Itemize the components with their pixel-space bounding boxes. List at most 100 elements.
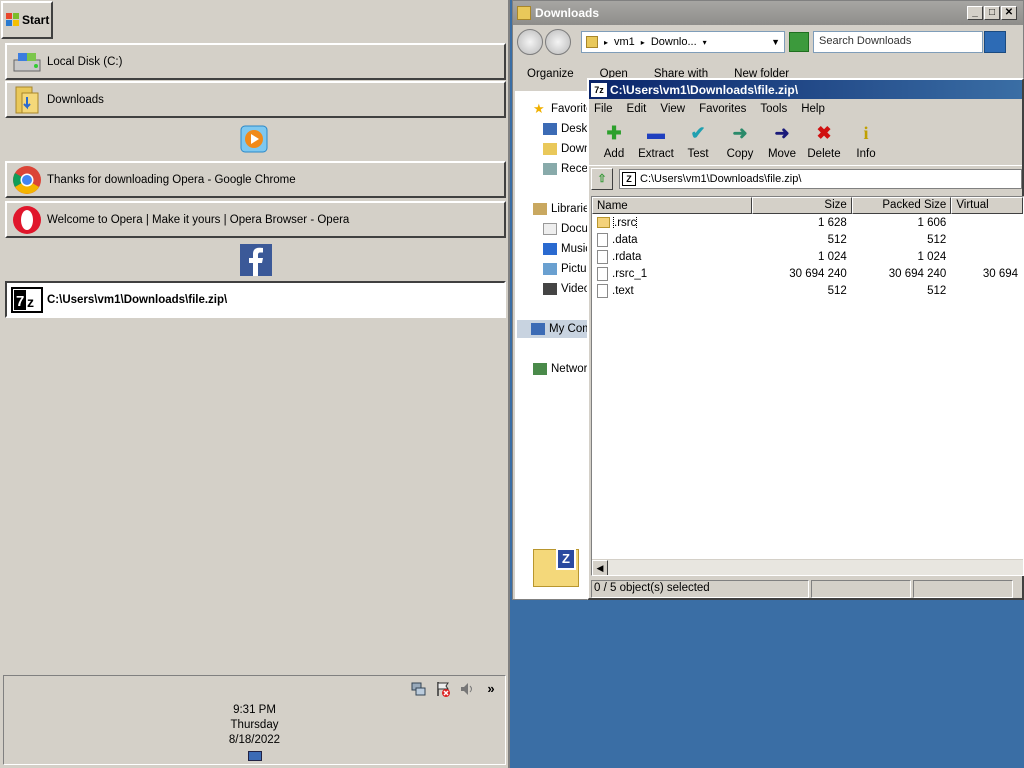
task-button-7zip[interactable]: 7z C:\Users\vm1\Downloads\file.zip\ [5, 281, 506, 318]
info-button[interactable]: i Info [845, 119, 887, 160]
address-dropdown-button[interactable]: ▼ [771, 37, 780, 47]
task-button-opera[interactable]: Welcome to Opera | Make it yours | Opera… [5, 201, 506, 238]
folder-icon [11, 84, 43, 116]
list-item[interactable]: .rsrc 1 628 1 606 [592, 214, 1023, 231]
file-icon [597, 249, 608, 264]
list-item[interactable]: .data 512 512 [592, 231, 1023, 248]
search-icon[interactable] [984, 31, 1006, 53]
7zip-title-bar[interactable]: 7z C:\Users\vm1\Downloads\file.zip\ [589, 80, 1022, 99]
nav-my-computer[interactable]: My Computer [517, 320, 589, 338]
copy-button[interactable]: ➜ Copy [719, 119, 761, 160]
extract-button[interactable]: ▬ Extract [635, 119, 677, 160]
task-label: Thanks for downloading Opera - Google Ch… [47, 173, 296, 186]
nav-favorites[interactable]: ★Favorites [533, 103, 589, 115]
7zip-window: 7z C:\Users\vm1\Downloads\file.zip\ File… [587, 78, 1024, 600]
network-icon[interactable] [411, 681, 427, 697]
task-button-downloads[interactable]: Downloads [5, 81, 506, 118]
test-button[interactable]: ✔ Test [677, 119, 719, 160]
nav-music[interactable]: Music [543, 243, 589, 255]
back-button[interactable] [517, 29, 543, 55]
list-item[interactable]: .rsrc_1 30 694 240 30 694 240 30 694 [592, 265, 1023, 282]
move-button[interactable]: ➜ Move [761, 119, 803, 160]
menu-file[interactable]: File [594, 103, 613, 115]
opera-icon [11, 204, 43, 236]
minimize-button[interactable]: _ [967, 6, 983, 20]
menu-help[interactable]: Help [801, 103, 825, 115]
nav-documents[interactable]: Documents [543, 223, 589, 235]
svg-text:z: z [27, 294, 34, 310]
file-icon [597, 232, 608, 247]
clock-time: 9:31 PM [233, 704, 276, 716]
menu-edit[interactable]: Edit [627, 103, 647, 115]
list-item[interactable]: .text 512 512 [592, 282, 1023, 299]
task-label: Welcome to Opera | Make it yours | Opera… [47, 213, 350, 226]
status-panel-size [811, 580, 911, 598]
start-button[interactable]: Start [1, 1, 53, 39]
nav-network[interactable]: Network [533, 363, 589, 375]
column-virtual[interactable]: Virtual [951, 197, 1023, 214]
recent-icon [543, 163, 557, 175]
task-button-local-disk[interactable]: Local Disk (C:) [5, 43, 506, 80]
action-center-icon[interactable] [435, 681, 451, 697]
add-button[interactable]: ✚ Add [593, 119, 635, 160]
column-name[interactable]: Name [592, 197, 753, 214]
tray-expand-button[interactable]: » [483, 681, 499, 697]
address-bar[interactable]: ▸ vm1 ▸ Downlo... ▾ ▼ [581, 31, 785, 53]
navigation-pane: ★Favorites Desktop Downloads Recent Plac… [515, 91, 589, 545]
start-label: Start [22, 13, 50, 27]
nav-pictures[interactable]: Pictures [543, 263, 589, 275]
menu-view[interactable]: View [660, 103, 685, 115]
column-size[interactable]: Size [752, 197, 852, 214]
move-icon: ➜ [774, 123, 790, 143]
nav-libraries[interactable]: Libraries [533, 203, 589, 215]
nav-downloads[interactable]: Downloads [543, 143, 589, 155]
chrome-icon [11, 164, 43, 196]
list-item[interactable]: .rdata 1 024 1 024 [592, 248, 1023, 265]
close-button[interactable]: ✕ [1001, 6, 1017, 20]
folder-icon [543, 143, 557, 155]
facebook-icon[interactable] [240, 244, 272, 276]
folder-icon [597, 217, 610, 228]
menu-bar: File Edit View Favorites Tools Help [589, 99, 1022, 119]
forward-button[interactable] [545, 29, 571, 55]
folder-icon [586, 36, 598, 48]
copy-icon: ➜ [732, 123, 748, 143]
windows-flag-icon [6, 13, 20, 27]
show-desktop-icon[interactable] [247, 751, 262, 761]
7zip-icon: 7z [591, 82, 607, 97]
clock-day: Thursday [230, 719, 279, 731]
media-player-icon[interactable] [240, 125, 272, 157]
column-packed-size[interactable]: Packed Size [851, 197, 952, 214]
file-icon [597, 266, 608, 281]
horizontal-scrollbar[interactable]: ◀ [592, 559, 1023, 575]
up-folder-button[interactable]: ⇧ [591, 167, 613, 190]
zip-folder-icon: Z [533, 548, 579, 587]
scroll-left-button[interactable]: ◀ [592, 560, 608, 575]
nav-desktop[interactable]: Desktop [543, 123, 589, 135]
delete-button[interactable]: ✖ Delete [803, 119, 845, 160]
notification-area: » 9:31 PM Thursday 8/18/2022 [3, 675, 506, 765]
chevron-down-icon[interactable]: ▾ [703, 38, 707, 47]
path-input[interactable]: Z C:\Users\vm1\Downloads\file.zip\ [619, 168, 1022, 189]
address-crumb-downloads[interactable]: Downlo... [651, 36, 697, 48]
clock[interactable]: 9:31 PM Thursday 8/18/2022 [4, 703, 505, 761]
nav-recent-places[interactable]: Recent Places [543, 163, 589, 175]
computer-icon [531, 323, 545, 335]
maximize-button[interactable]: □ [984, 6, 1000, 20]
refresh-button[interactable] [789, 32, 809, 52]
task-button-chrome[interactable]: Thanks for downloading Opera - Google Ch… [5, 161, 506, 198]
volume-icon[interactable] [459, 681, 475, 697]
7zip-icon: 7z [11, 284, 43, 316]
7zip-title: C:\Users\vm1\Downloads\file.zip\ [610, 82, 799, 97]
document-icon [543, 223, 557, 235]
star-icon: ★ [533, 103, 545, 115]
explorer-title-bar[interactable]: Downloads _ □ ✕ [513, 1, 1023, 25]
nav-videos[interactable]: Videos [543, 283, 589, 295]
menu-tools[interactable]: Tools [760, 103, 787, 115]
search-input[interactable]: Search Downloads [813, 31, 983, 53]
desktop-icon [543, 123, 557, 135]
address-crumb-vm1[interactable]: vm1 [614, 36, 635, 48]
organize-button[interactable]: Organize [527, 68, 574, 80]
menu-favorites[interactable]: Favorites [699, 103, 746, 115]
network-icon [533, 363, 547, 375]
